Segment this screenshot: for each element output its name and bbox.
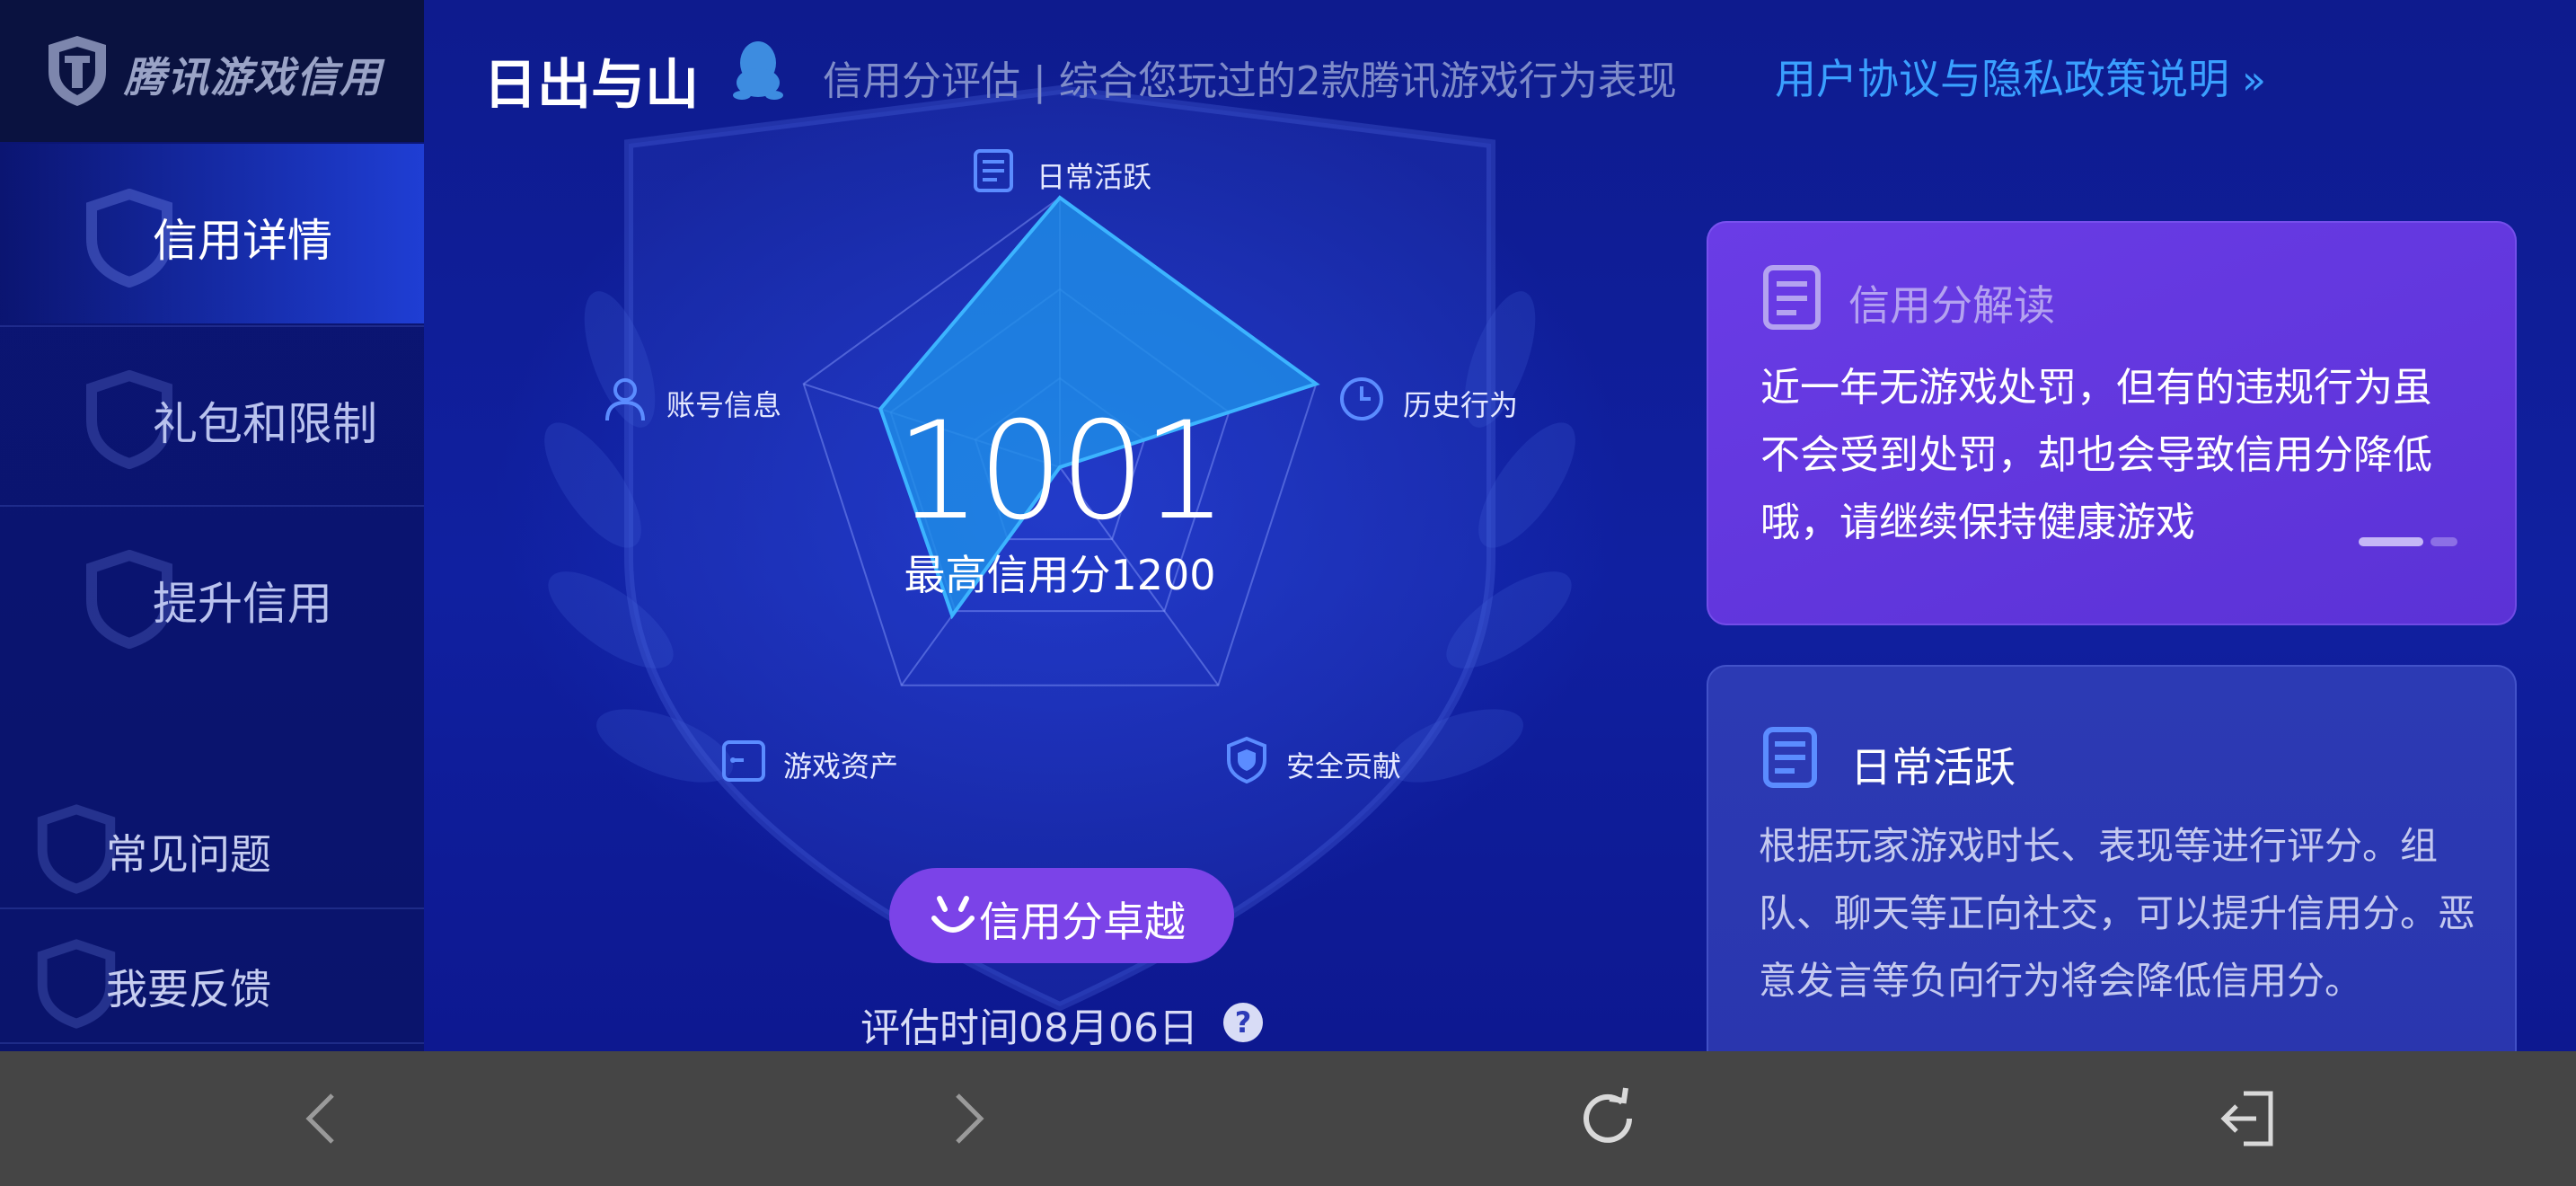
help-icon[interactable]: ?: [1223, 1003, 1263, 1042]
doc-icon: [1763, 265, 1821, 330]
smile-icon: [931, 896, 975, 933]
clock-icon: [1340, 377, 1383, 420]
doc-icon: [1763, 727, 1817, 788]
refresh-icon[interactable]: [1574, 1083, 1645, 1155]
wallet-icon: [722, 740, 765, 782]
chevron-right-icon[interactable]: [931, 1083, 1002, 1155]
radar-axis-label: 历史行为: [1403, 388, 1519, 422]
credit-interpretation-card: 信用分解读 近一年无游戏处罚，但有的违规行为虽不会受到处罚，却也会导致信用分降低…: [1707, 221, 2517, 625]
card-title: 日常活跃: [1850, 743, 2016, 792]
credit-grade-badge[interactable]: 信用分卓越: [889, 868, 1234, 963]
exit-icon[interactable]: [2211, 1083, 2283, 1155]
max-credit-score: 最高信用分1200: [904, 551, 1216, 599]
card-body: 根据玩家游戏时长、表现等进行评分。组队、聊天等正向社交，可以提升信用分。恶意发言…: [1759, 824, 2476, 1003]
radar-axis-label: 日常活跃: [1037, 160, 1152, 194]
credit-grade-label: 信用分卓越: [979, 898, 1186, 946]
credit-score: 1001: [895, 394, 1228, 550]
carousel-dot: [2430, 537, 2457, 546]
radar-axis-label: 账号信息: [666, 388, 782, 422]
radar-axis-label: 安全贡献: [1286, 749, 1402, 783]
evaluation-time: 评估时间08月06日: [860, 1005, 1198, 1051]
doc-icon: [974, 149, 1013, 192]
carousel-indicator[interactable]: [2359, 537, 2457, 546]
carousel-dot-active: [2359, 537, 2423, 546]
shield-icon: [1227, 737, 1266, 783]
radar-axis-label: 游戏资产: [783, 749, 899, 783]
daily-activity-card: 日常活跃 根据玩家游戏时长、表现等进行评分。组队、聊天等正向社交，可以提升信用分…: [1707, 665, 2517, 1078]
card-body: 近一年无游戏处罚，但有的违规行为虽不会受到处罚，却也会导致信用分降低哦，请继续保…: [1760, 365, 2432, 545]
card-title: 信用分解读: [1848, 281, 2055, 330]
bottom-navigation-bar: [0, 1051, 2576, 1186]
chevron-left-icon[interactable]: [287, 1083, 359, 1155]
user-icon: [605, 378, 645, 421]
